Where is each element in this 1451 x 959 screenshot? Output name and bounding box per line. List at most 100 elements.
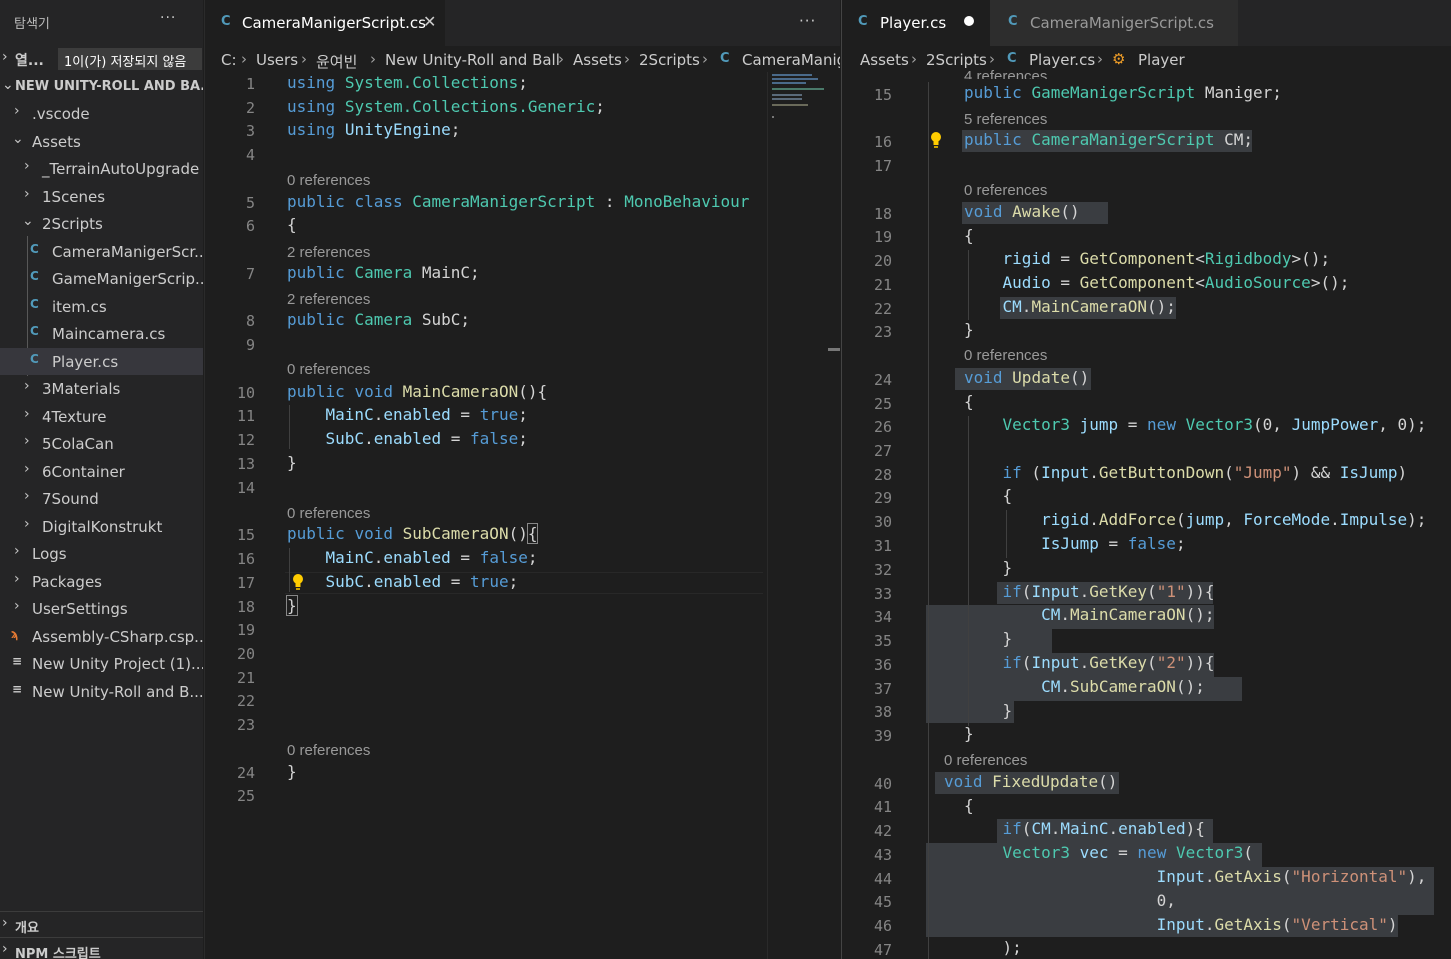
codelens-references[interactable]: 2 references [287, 244, 370, 261]
tree-item-7sound[interactable]: › 7Sound [0, 485, 203, 512]
breadcrumb-item[interactable]: Assets [573, 51, 622, 69]
code-line: } [964, 629, 1013, 648]
codelens-references[interactable]: 4 references [964, 68, 1047, 79]
breadcrumb-item[interactable]: Assets [860, 51, 909, 69]
code-line: } [286, 595, 298, 616]
minimap[interactable] [767, 72, 840, 959]
breadcrumb-item[interactable]: 윤여빈 [316, 51, 357, 72]
breadcrumb-item[interactable]: C: [221, 51, 237, 69]
tree-item-new-unity-roll[interactable]: ≡ New Unity-Roll and B... [0, 678, 203, 705]
breadcrumb-item[interactable]: Player.cs [1029, 51, 1095, 69]
breadcrumb-item[interactable]: CameraManig [742, 51, 840, 69]
tree-item-digitalkonstrukt[interactable]: › DigitalKonstrukt [0, 513, 203, 540]
tree-item-cameramanigerscript[interactable]: C CameraManigerScr... [0, 238, 203, 265]
right-editor-group: C Player.cs C CameraManigerScript.cs Ass… [841, 0, 1451, 959]
breadcrumb-item[interactable]: Player [1138, 51, 1185, 69]
breadcrumb-item[interactable]: 2Scripts [639, 51, 700, 69]
line-number: 23 [873, 323, 892, 341]
chevron-right-icon: › [1097, 50, 1103, 68]
line-number: 20 [236, 645, 255, 663]
line-number: 17 [873, 157, 892, 175]
breadcrumb-item[interactable]: Users [256, 51, 298, 69]
tree-item-6container[interactable]: › 6Container [0, 458, 203, 485]
npm-scripts-section[interactable]: › NPM 스크립트 [0, 937, 203, 959]
line-number: 32 [873, 561, 892, 579]
line-number: 3 [245, 122, 255, 140]
tree-item-label: 5ColaCan [42, 435, 114, 453]
tree-item-logs[interactable]: › Logs [0, 540, 203, 567]
code-line: CM.MainCameraON(); [1041, 605, 1215, 624]
tree-item-label: 3Materials [42, 380, 121, 398]
code-line: Input.GetAxis("Horizontal"), [1156, 867, 1427, 886]
open-editors-section[interactable]: › 열... 1이(가) 저장되지 않음 [0, 46, 203, 72]
tree-item-gamemanigerscript[interactable]: C GameManigerScrip... [0, 265, 203, 292]
chevron-right-icon: › [370, 50, 376, 68]
tab-cameramanigerscript[interactable]: C CameraManigerScript.cs [990, 0, 1238, 46]
code-line: } [964, 701, 1013, 720]
csharp-file-icon: C [30, 324, 39, 338]
tree-item-vscode[interactable]: › .vscode [0, 100, 203, 127]
close-icon[interactable]: ✕ [423, 12, 436, 31]
chevron-right-icon: › [2, 49, 8, 65]
tree-item-2scripts[interactable]: ⌄ 2Scripts [0, 210, 203, 237]
tab-player[interactable]: C Player.cs [842, 0, 990, 46]
tree-item-assembly-csharp[interactable]: ϡ Assembly-CSharp.csp... [0, 623, 203, 650]
line-number: 37 [873, 680, 892, 698]
code-line: SubC.enabled = true; [325, 572, 519, 591]
explorer-sidebar: 탐색기 ··· › 열... 1이(가) 저장되지 않음 ⌄ NEW UNITY… [0, 0, 203, 959]
code-line: MainC.enabled = true; [325, 405, 528, 424]
codelens-references[interactable]: 0 references [287, 742, 370, 759]
tree-item-4texture[interactable]: › 4Texture [0, 403, 203, 430]
tree-item-item[interactable]: Citem.cs [0, 293, 203, 320]
project-section[interactable]: ⌄ NEW UNITY-ROLL AND BA... [0, 76, 203, 98]
line-number: 14 [236, 479, 255, 497]
chevron-right-icon: › [241, 50, 247, 68]
codelens-references[interactable]: 0 references [964, 182, 1047, 199]
unsaved-dot-icon[interactable] [964, 16, 974, 26]
csharp-file-icon: C [30, 352, 39, 366]
breadcrumb-item[interactable]: New Unity-Roll and Ball [385, 51, 560, 69]
codelens-references[interactable]: 0 references [287, 172, 370, 189]
chevron-right-icon: › [24, 488, 30, 504]
tree-item-label: Logs [32, 545, 67, 563]
tree-item-maincamera[interactable]: C Maincamera.cs [0, 320, 203, 347]
lightbulb-icon[interactable] [929, 131, 943, 149]
explorer-title: 탐색기 [14, 17, 50, 32]
line-number: 28 [873, 466, 892, 484]
tree-item-3materials[interactable]: › 3Materials [0, 375, 203, 402]
codelens-references[interactable]: 0 references [964, 347, 1047, 364]
tree-item-usersettings[interactable]: › UserSettings [0, 595, 203, 622]
editor-more-icon[interactable]: ··· [799, 12, 816, 30]
chevron-down-icon: ⌄ [2, 77, 14, 93]
chevron-right-icon: › [24, 433, 30, 449]
line-number: 39 [873, 727, 892, 745]
tree-item-packages[interactable]: › Packages [0, 568, 203, 595]
line-number: 10 [236, 384, 255, 402]
line-number: 7 [245, 265, 255, 283]
csharp-file-icon: C [30, 242, 39, 256]
codelens-references[interactable]: 0 references [944, 752, 1027, 769]
code-line: MainC.enabled = false; [325, 548, 538, 567]
line-number: 20 [873, 252, 892, 270]
tree-item-new-unity-project[interactable]: ≡ New Unity Project (1).... [0, 650, 203, 677]
tree-item-player[interactable]: C Player.cs [0, 348, 203, 375]
chevron-right-icon: › [2, 941, 8, 957]
codelens-references[interactable]: 5 references [964, 111, 1047, 128]
tab-cameramanigerscript[interactable]: C CameraManigerScript.cs ✕ [205, 0, 445, 46]
code-line: if (Input.GetButtonDown("Jump") && IsJum… [1002, 463, 1408, 482]
breadcrumb-item[interactable]: 2Scripts [926, 51, 987, 69]
tree-item-assets[interactable]: ⌄ Assets [0, 128, 203, 155]
code-line: if(Input.GetKey("2")){ [1002, 653, 1215, 672]
tree-item-1scenes[interactable]: › 1Scenes [0, 183, 203, 210]
codelens-references[interactable]: 0 references [287, 505, 370, 522]
tree-item-label: Assets [32, 133, 81, 151]
code-line: rigid.AddForce(jump, ForceMode.Impulse); [1041, 510, 1427, 529]
outline-section[interactable]: › 개요 [0, 911, 203, 937]
tree-item-terrainautoupgrade[interactable]: › _TerrainAutoUpgrade [0, 155, 203, 182]
explorer-more-icon[interactable]: ··· [160, 10, 176, 26]
codelens-references[interactable]: 0 references [287, 361, 370, 378]
line-number: 18 [873, 205, 892, 223]
codelens-references[interactable]: 2 references [287, 291, 370, 308]
tree-item-5colacan[interactable]: › 5ColaCan [0, 430, 203, 457]
code-line: CM.SubCameraON(); [1041, 677, 1205, 696]
